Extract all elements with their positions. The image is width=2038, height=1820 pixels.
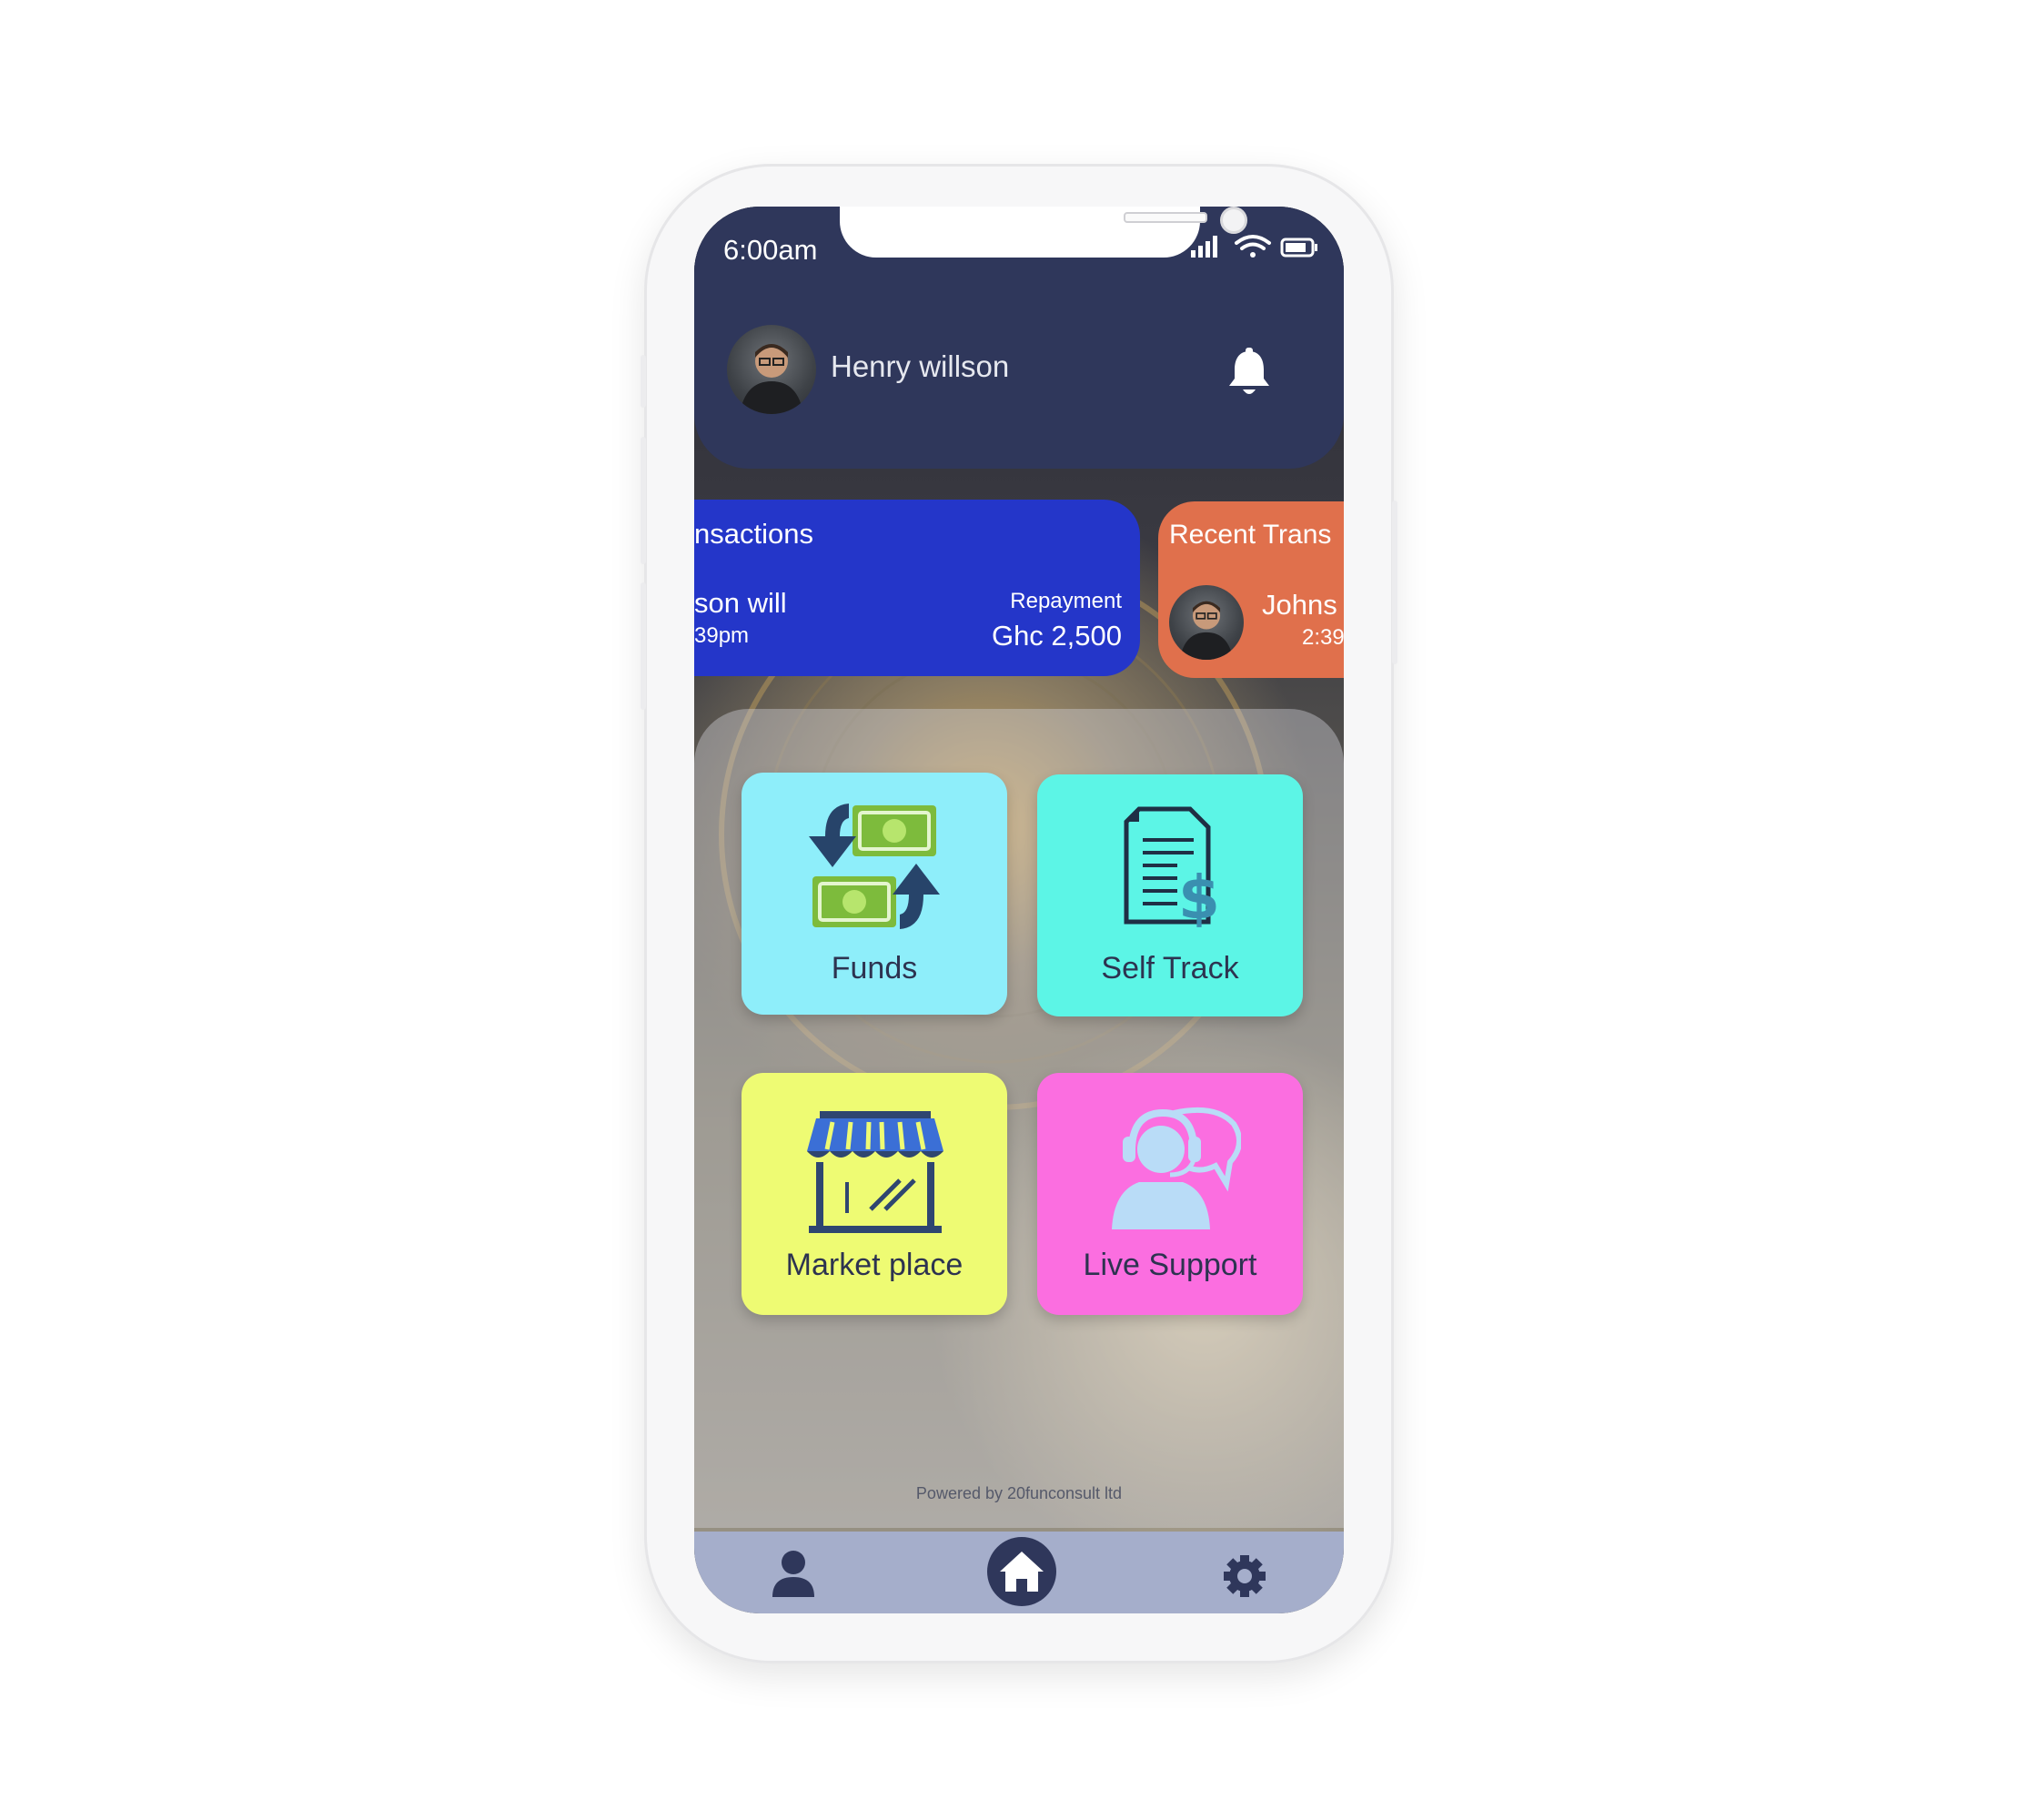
notification-bell-icon[interactable] — [1226, 348, 1272, 399]
funds-tile[interactable]: Funds — [742, 773, 1007, 1015]
wifi-icon — [1235, 235, 1271, 258]
funds-label: Funds — [831, 951, 918, 986]
transaction-card[interactable]: Recent Trans Johns 2:39 — [1158, 501, 1344, 678]
phone-power-button — [1392, 500, 1397, 664]
phone-notch — [840, 207, 1247, 258]
person-photo-icon — [1179, 601, 1234, 660]
svg-text:$: $ — [1178, 863, 1220, 931]
transaction-name: son will — [694, 587, 787, 619]
profile-icon[interactable] — [771, 1550, 816, 1597]
status-time: 6:00am — [723, 234, 818, 266]
transaction-amount: Ghc 2,500 — [991, 620, 1122, 652]
person-photo-icon — [740, 344, 803, 414]
powered-by-text: Powered by 20funconsult ltd — [915, 1484, 1123, 1502]
transaction-type: Repayment — [1010, 589, 1122, 613]
transaction-time: 39pm — [694, 623, 750, 648]
self-track-label: Self Track — [1101, 951, 1239, 986]
market-place-label: Market place — [785, 1248, 964, 1282]
card-title: nsactions — [694, 518, 813, 550]
transaction-name: Johns — [1262, 589, 1337, 621]
user-avatar[interactable] — [727, 325, 816, 414]
live-support-label: Live Support — [1083, 1248, 1257, 1282]
status-icons — [1191, 235, 1317, 258]
self-track-tile[interactable]: $ Self Track — [1037, 774, 1303, 1016]
phone-volume-up — [641, 437, 646, 564]
market-place-tile[interactable]: Market place — [742, 1073, 1007, 1315]
cellular-signal-icon — [1191, 236, 1217, 258]
headset-agent-icon — [1112, 1107, 1241, 1229]
transaction-avatar — [1169, 585, 1244, 660]
app-screen: 6:00am Henry willson nsactions son will … — [694, 207, 1344, 1613]
battery-icon — [1280, 238, 1317, 258]
phone-silent-switch — [641, 355, 646, 408]
invoice-dollar-icon: $ — [1124, 806, 1220, 931]
transaction-time: 2:39 — [1302, 625, 1344, 650]
phone-volume-down — [641, 582, 646, 710]
funds-exchange-icon — [809, 804, 940, 929]
settings-icon[interactable] — [1222, 1553, 1267, 1599]
home-icon — [1000, 1552, 1044, 1592]
transaction-card[interactable]: nsactions son will 39pm Repayment Ghc 2,… — [694, 500, 1140, 676]
speaker-grille — [1124, 212, 1207, 223]
card-title: Recent Trans — [1169, 520, 1332, 550]
storefront-icon — [807, 1111, 943, 1233]
home-button[interactable] — [987, 1537, 1056, 1606]
live-support-tile[interactable]: Live Support — [1037, 1073, 1303, 1315]
user-name: Henry willson — [831, 349, 1010, 383]
